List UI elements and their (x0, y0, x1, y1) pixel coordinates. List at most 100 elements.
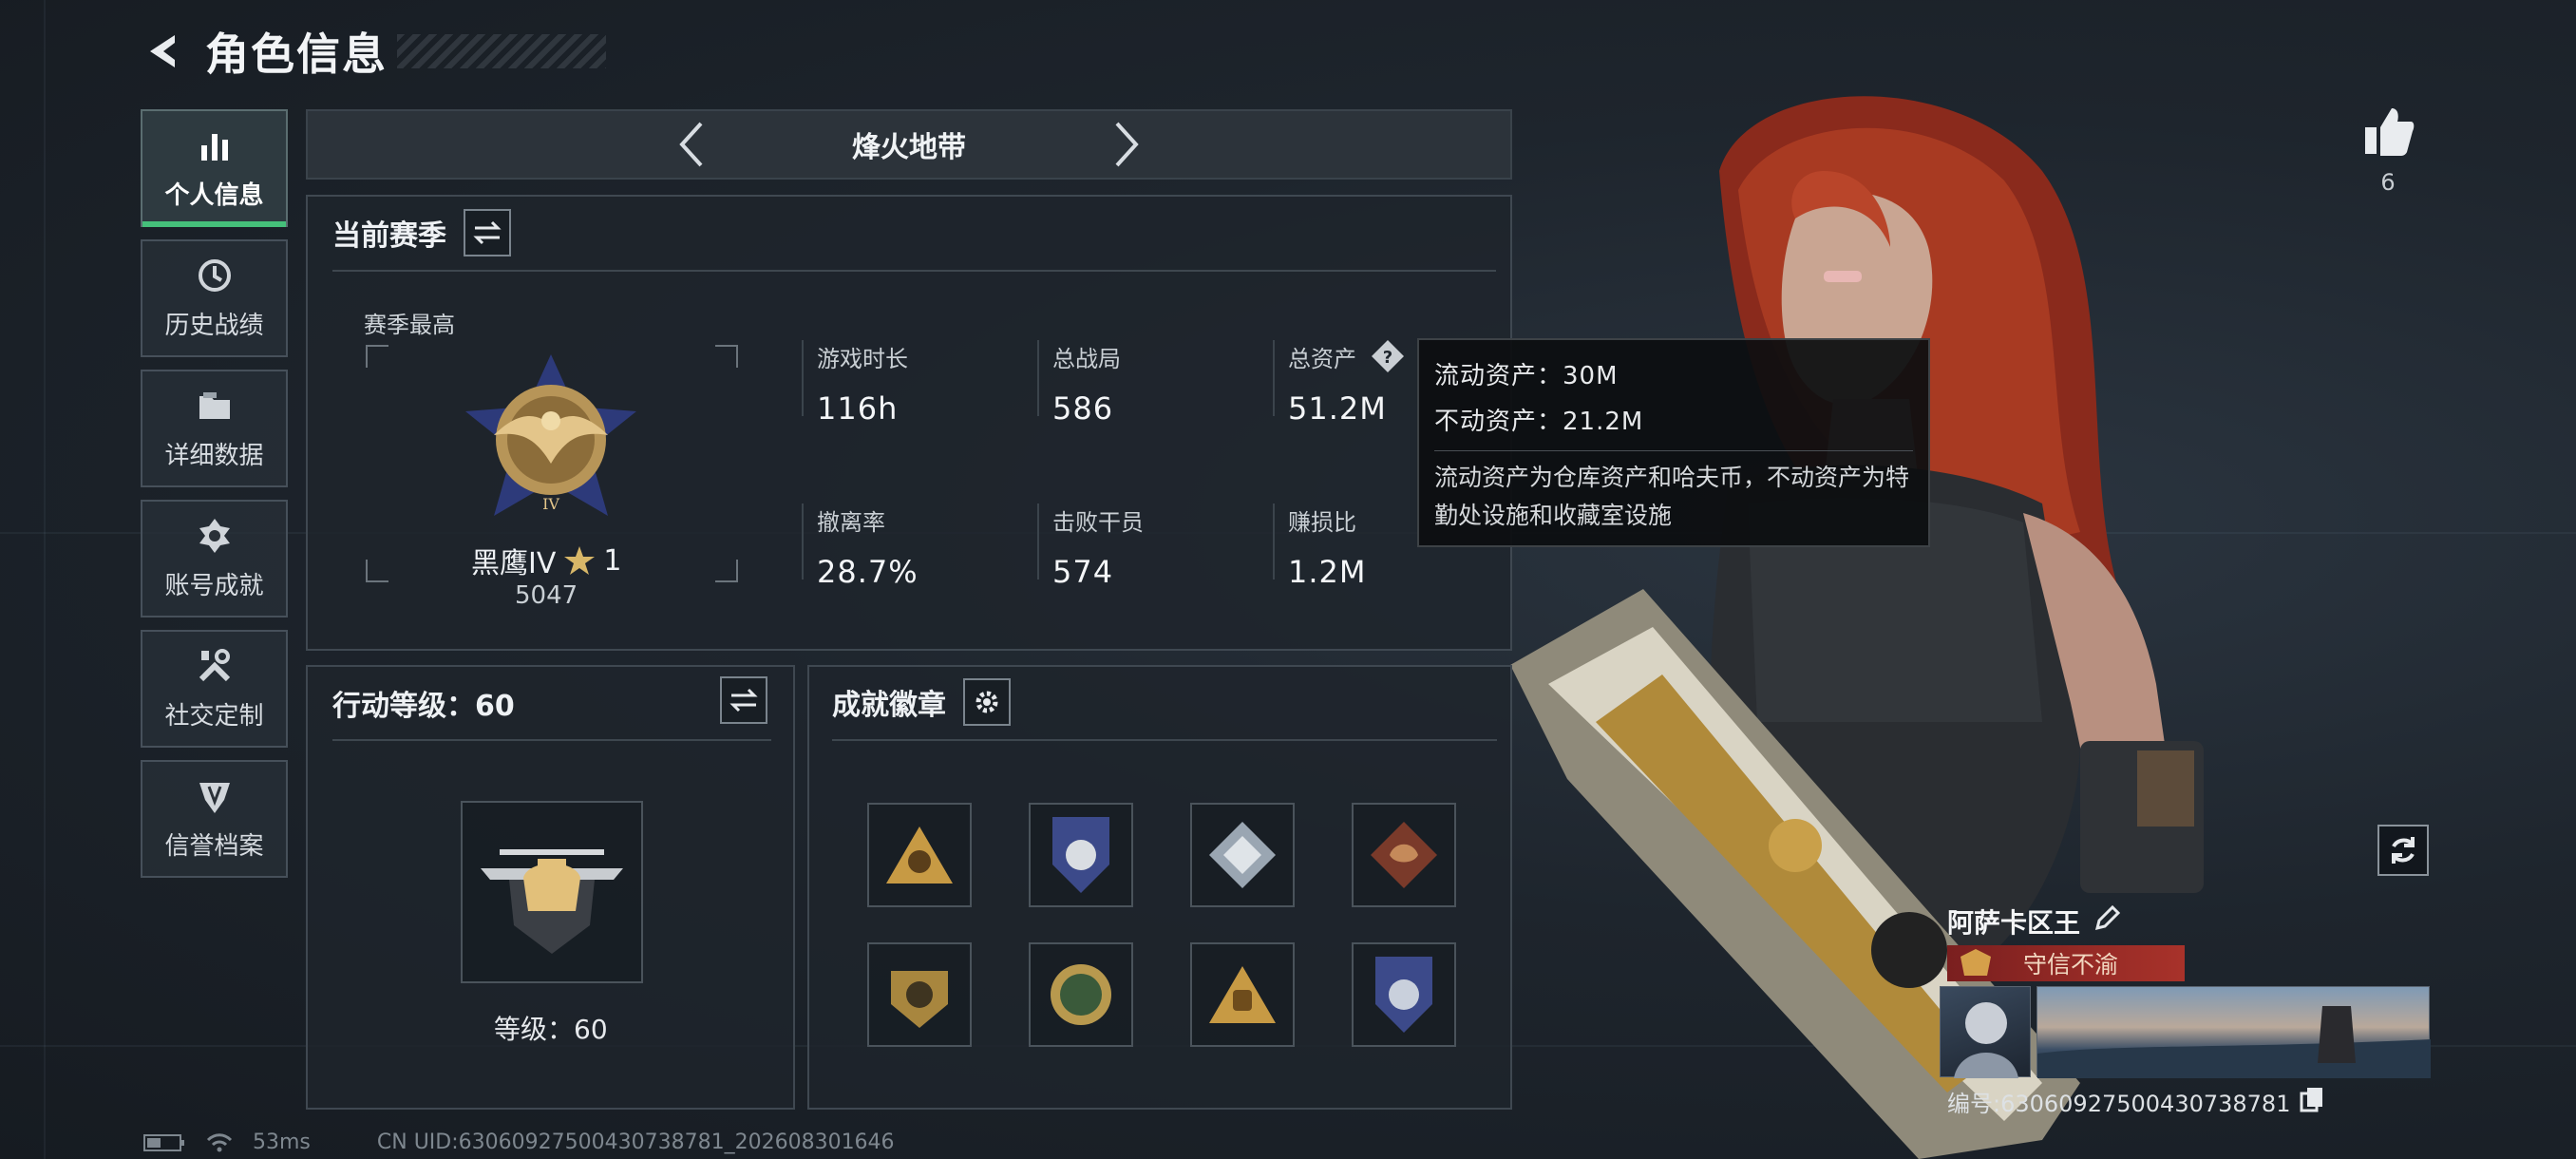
stat-label: 撤离率 (817, 509, 885, 536)
chevron-left-icon (679, 122, 703, 167)
sidebar-item-credit[interactable]: 信誉档案 (141, 760, 288, 878)
uid-text: CN UID:6306092750043073878​1_20260830164… (376, 1130, 895, 1154)
action-level-text: 等级：60 (494, 1014, 608, 1045)
title-decoration (397, 34, 606, 68)
copy-icon (2300, 1087, 2323, 1112)
status-bar: 53ms CN UID:6306092750043073878​1_202608… (142, 1130, 895, 1154)
like-button[interactable] (2359, 103, 2416, 160)
chevron-right-icon (1115, 122, 1139, 167)
sidebar-item-history[interactable]: 历史战绩 (141, 239, 288, 357)
sidebar-item-label: 信誉档案 (164, 831, 264, 861)
page-title: 角色信息 (205, 28, 388, 80)
svg-text:IV: IV (542, 495, 559, 513)
rank-stars: 1 (603, 543, 622, 578)
swap-icon (729, 688, 758, 712)
action-level-emblem (461, 801, 643, 983)
badge-wreath-icon[interactable] (1029, 942, 1133, 1047)
title-emblem-icon (1960, 949, 1991, 976)
season-header: 当前赛季 (332, 209, 511, 256)
tooltip-description: 流动资产为仓库资产和哈夫币，不动资产为特勤处设施和收藏室设施 (1434, 464, 1910, 529)
stat-label: 击败干员 (1052, 509, 1144, 536)
ping: 53ms (253, 1130, 311, 1154)
assets-tooltip: 流动资产：30M 不动资产：21.2M 流动资产为仓库资产和哈夫币，不动资产为特… (1417, 338, 1930, 547)
refresh-button[interactable] (2377, 825, 2429, 876)
stat-value: 1.2M (1288, 554, 1367, 590)
achievements-settings-button[interactable] (963, 678, 1011, 726)
stat-label: 总战局 (1052, 346, 1121, 372)
folder-icon (196, 387, 234, 425)
sidebar-item-label: 个人信息 (164, 180, 264, 210)
sidebar-item-social[interactable]: 社交定制 (141, 630, 288, 748)
divider (332, 270, 1496, 272)
player-card-row (1940, 986, 2431, 1078)
tooltip-liquid-assets: 流动资产：30M (1434, 362, 1619, 390)
shield-icon (196, 777, 234, 815)
page-header: 角色信息 (142, 21, 606, 82)
stat-operators-defeated: 击败干员 574 (1037, 504, 1144, 590)
pencil-icon (2094, 904, 2121, 930)
back-button[interactable] (142, 29, 186, 73)
sidebar: 个人信息 历史战绩 详细数据 账号成就 社交定制 信誉档案 (141, 109, 288, 890)
achievement-icon (196, 517, 234, 555)
player-name: 阿萨卡区王 (1947, 907, 2081, 939)
achievements-header: 成就徽章 (832, 678, 1011, 726)
divider (332, 739, 771, 741)
badge-fist-icon[interactable] (1190, 942, 1295, 1047)
star-icon (564, 546, 596, 575)
player-card-banner[interactable] (2036, 986, 2431, 1078)
player-title-tag[interactable]: 守信不渝 (1947, 945, 2185, 981)
like-count: 6 (2380, 169, 2396, 196)
thumbs-up-icon (2365, 108, 2415, 156)
stat-total-matches: 总战局 586 (1037, 340, 1121, 427)
sidebar-item-detailed-data[interactable]: 详细数据 (141, 370, 288, 487)
stat-profit-loss: 赚损比 1.2M (1273, 504, 1367, 590)
stat-value: 51.2M (1288, 390, 1387, 427)
stat-value: 586 (1052, 390, 1114, 427)
season-best-label: 赛季最高 (364, 312, 455, 338)
badge-crest-icon[interactable] (1352, 942, 1456, 1047)
battery-icon (143, 1133, 184, 1151)
copy-id-button[interactable] (2300, 1086, 2324, 1118)
season-switch-button[interactable] (464, 209, 511, 256)
question-icon: ? (1372, 340, 1404, 372)
stat-value: 116h (817, 390, 899, 427)
bg-grid-line (44, 0, 46, 1159)
badge-emblem-icon[interactable] (867, 942, 972, 1047)
tools-icon (196, 647, 234, 685)
rank-score: 5047 (515, 581, 578, 610)
badge-pyramid-icon[interactable] (867, 803, 972, 907)
rank-emblem: IV (456, 350, 646, 530)
mode-selector: 烽火地带 (306, 109, 1512, 180)
sidebar-item-label: 详细数据 (164, 441, 264, 470)
stat-value: 574 (1052, 554, 1114, 590)
gear-icon (975, 691, 998, 713)
mode-title: 烽火地带 (852, 131, 966, 164)
bar-chart-icon (196, 126, 234, 164)
wifi-icon (206, 1132, 233, 1151)
season-title: 当前赛季 (332, 219, 446, 253)
player-id-row: 编号:6306092750043073878​1 (1947, 1085, 2324, 1118)
badge-diamond-icon[interactable] (1190, 803, 1295, 907)
stat-value: 28.7% (817, 554, 919, 590)
stat-label: 游戏时长 (817, 346, 908, 372)
badge-shield-icon[interactable] (1029, 803, 1133, 907)
achievements-title: 成就徽章 (832, 689, 946, 722)
stat-extraction-rate: 撤离率 28.7% (802, 504, 919, 590)
player-id: 编号:6306092750043073878​1 (1947, 1091, 2291, 1117)
action-level-switch-button[interactable] (720, 676, 767, 724)
sidebar-item-label: 社交定制 (164, 701, 264, 731)
stat-label: 赚损比 (1288, 509, 1356, 536)
sidebar-item-achievements[interactable]: 账号成就 (141, 500, 288, 618)
badge-dragon-icon[interactable] (1352, 803, 1456, 907)
edit-name-button[interactable] (2093, 904, 2121, 939)
avatar[interactable] (1940, 986, 2031, 1078)
sidebar-item-personal-info[interactable]: 个人信息 (141, 109, 288, 227)
help-button[interactable]: ? (1370, 338, 1406, 374)
rank-name-row: 黑鹰IV 1 (471, 540, 621, 581)
mode-prev-button[interactable] (672, 118, 710, 171)
divider (832, 739, 1497, 741)
player-title-text: 守信不渝 (2023, 951, 2119, 978)
player-name-row: 阿萨卡区王 (1947, 902, 2121, 940)
action-level-title: 行动等级：60 (332, 690, 515, 723)
mode-next-button[interactable] (1108, 118, 1146, 171)
